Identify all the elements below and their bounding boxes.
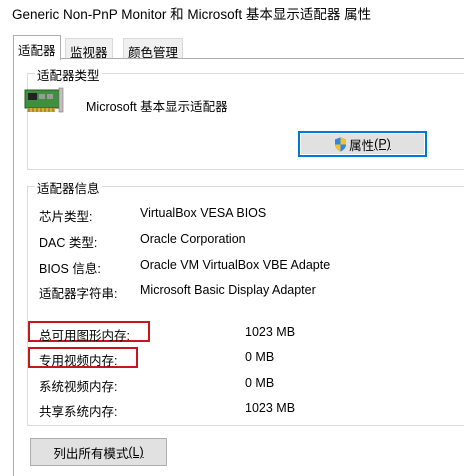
dedicated-video-memory-label: 专用视频内存:: [39, 354, 118, 368]
uac-shield-icon: [335, 137, 347, 151]
shared-system-memory-value: 1023 MB: [245, 401, 296, 415]
chip-type-label: 芯片类型:: [39, 210, 93, 224]
list-all-modes-label: 列出所有模式: [53, 446, 129, 461]
dac-type-value: Oracle Corporation: [140, 232, 246, 246]
list-all-modes-button[interactable]: 列出所有模式 (L): [30, 438, 167, 466]
properties-button-mnemonic: (P): [374, 137, 391, 151]
bios-info-label: BIOS 信息:: [39, 262, 101, 276]
adapter-info-group-title: 适配器信息: [35, 178, 102, 197]
window-title: Generic Non-PnP Monitor 和 Microsoft 基本显示…: [12, 7, 372, 22]
display-adapter-icon: [24, 87, 64, 113]
list-all-modes-mnemonic: (L): [128, 445, 144, 459]
title-bar: Generic Non-PnP Monitor 和 Microsoft 基本显示…: [0, 0, 464, 27]
system-video-memory-value: 0 MB: [245, 376, 275, 390]
bios-info-value: Oracle VM VirtualBox VBE Adapte: [140, 258, 331, 272]
dedicated-video-memory-value: 0 MB: [245, 350, 275, 364]
adapter-name: Microsoft 基本显示适配器: [86, 100, 228, 114]
adapter-string-label: 适配器字符串:: [39, 287, 118, 301]
chip-type-value: VirtualBox VESA BIOS: [140, 206, 267, 220]
total-graphics-memory-value: 1023 MB: [245, 325, 296, 339]
tab-monitor[interactable]: 监视器: [65, 38, 113, 60]
shared-system-memory-label: 共享系统内存:: [39, 405, 118, 419]
tab-adapter[interactable]: 适配器: [13, 35, 61, 60]
total-graphics-memory-label: 总可用图形内存:: [39, 329, 130, 343]
adapter-string-value: Microsoft Basic Display Adapter: [140, 283, 316, 297]
properties-button-label: 属性: [349, 138, 375, 153]
tab-color-management[interactable]: 颜色管理: [123, 38, 184, 60]
adapter-type-group-title: 适配器类型: [35, 65, 102, 84]
properties-button[interactable]: 属性 (P): [298, 131, 427, 157]
system-video-memory-label: 系统视频内存:: [39, 380, 118, 394]
dac-type-label: DAC 类型:: [39, 236, 98, 250]
